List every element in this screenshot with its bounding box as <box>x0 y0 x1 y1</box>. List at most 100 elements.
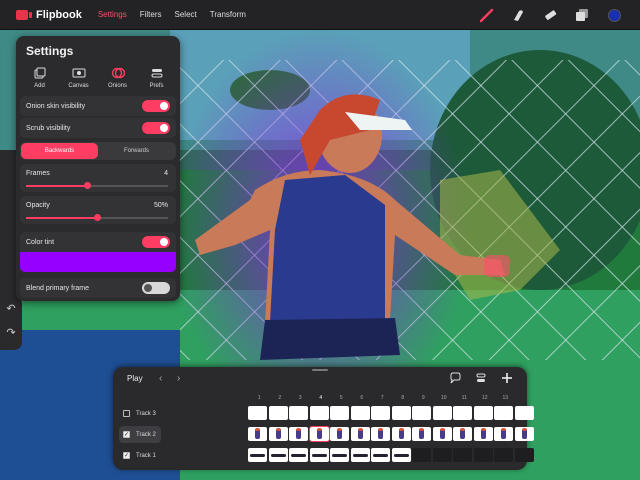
chevron-right-icon: › <box>177 373 181 384</box>
track-label[interactable]: ✓ Track 1 <box>119 447 161 464</box>
frame-number[interactable]: 7 <box>372 395 393 401</box>
frames-slider-knob[interactable] <box>84 182 92 189</box>
frame-number[interactable]: 12 <box>475 395 496 401</box>
track-settings-icon[interactable] <box>475 372 487 384</box>
color-tint-toggle[interactable] <box>142 236 170 248</box>
frame-cell[interactable] <box>494 427 513 441</box>
backwards-option[interactable]: Backwards <box>21 143 98 159</box>
frame-cell[interactable] <box>350 448 370 462</box>
frame-cell[interactable] <box>309 406 329 420</box>
frame-number[interactable]: 4 <box>311 395 332 401</box>
next-frame-button[interactable]: › <box>177 373 180 384</box>
frame-cell[interactable] <box>432 448 452 462</box>
frame-cell[interactable] <box>514 448 534 462</box>
tab-onions[interactable]: Onions <box>100 66 136 89</box>
frame-cell[interactable] <box>391 406 411 420</box>
frame-cell[interactable] <box>350 406 370 420</box>
frame-cell[interactable] <box>350 427 370 441</box>
frame-number[interactable]: 1 <box>249 395 270 401</box>
frame-cell[interactable] <box>268 406 288 420</box>
frame-cell[interactable] <box>514 406 534 420</box>
frame-cell[interactable] <box>494 406 513 420</box>
track-row[interactable]: ✓ Track 1 <box>113 447 534 466</box>
tab-add[interactable]: Add <box>22 66 58 89</box>
menu-filters[interactable]: Filters <box>140 10 162 19</box>
layers-tool[interactable] <box>572 5 592 25</box>
color-picker[interactable] <box>604 5 624 25</box>
frame-number[interactable]: 9 <box>413 395 434 401</box>
tab-canvas[interactable]: Canvas <box>61 66 97 89</box>
blend-primary-frame-toggle[interactable] <box>142 282 170 294</box>
track-label[interactable]: ✓ Track 2 <box>119 426 161 443</box>
frame-cell[interactable] <box>432 406 452 420</box>
opacity-slider[interactable] <box>26 214 168 221</box>
frame-cell[interactable] <box>412 427 431 441</box>
menu-transform[interactable]: Transform <box>210 10 246 19</box>
eraser-tool[interactable] <box>540 5 560 25</box>
frame-cell[interactable] <box>494 448 513 462</box>
frame-cell[interactable] <box>473 406 493 420</box>
frame-cell[interactable] <box>371 427 390 441</box>
frame-number[interactable]: 8 <box>393 395 414 401</box>
frame-number[interactable]: 3 <box>290 395 311 401</box>
tab-prefs[interactable]: Prefs <box>139 66 175 89</box>
prev-frame-button[interactable]: ‹ <box>159 373 162 384</box>
frame-number[interactable]: 13 <box>495 395 516 401</box>
frame-cell[interactable] <box>412 406 431 420</box>
frame-cell[interactable] <box>268 448 288 462</box>
frame-cell[interactable] <box>330 406 349 420</box>
opacity-slider-knob[interactable] <box>94 214 101 221</box>
track-visibility-checkbox[interactable] <box>123 410 130 417</box>
frames-slider[interactable] <box>26 182 168 189</box>
frame-number[interactable]: 6 <box>352 395 373 401</box>
frame-number[interactable]: 11 <box>454 395 475 401</box>
frame-cell[interactable] <box>453 448 472 462</box>
menu-select[interactable]: Select <box>175 10 197 19</box>
play-button[interactable]: Play <box>127 374 143 383</box>
track-label[interactable]: Track 3 <box>119 405 161 422</box>
frame-cell[interactable] <box>453 406 472 420</box>
scrub-visibility-toggle[interactable] <box>142 122 170 134</box>
frame-cell[interactable] <box>289 406 308 420</box>
frame-number[interactable]: 10 <box>434 395 455 401</box>
frame-cell[interactable] <box>309 448 329 462</box>
redo-button[interactable]: ↷ <box>0 320 22 344</box>
tint-color-swatch[interactable] <box>20 252 176 272</box>
frame-cell[interactable] <box>473 427 493 441</box>
track-visibility-checkbox[interactable]: ✓ <box>123 431 130 438</box>
timeline-drag-handle[interactable] <box>312 369 328 371</box>
track-row[interactable]: ✓ Track 2 <box>113 426 534 445</box>
brush-icon <box>479 8 494 23</box>
frame-cell[interactable] <box>412 448 431 462</box>
frame-cell[interactable] <box>289 427 308 441</box>
frame-cell[interactable] <box>453 427 472 441</box>
frame-cell[interactable] <box>330 427 349 441</box>
track-row[interactable]: Track 3 <box>113 405 534 424</box>
brush-tool[interactable] <box>476 5 496 25</box>
frame-cell[interactable] <box>514 427 534 441</box>
frame-cell[interactable] <box>289 448 308 462</box>
frame-cell[interactable] <box>268 427 288 441</box>
comment-icon[interactable] <box>449 372 461 384</box>
frame-cell[interactable] <box>308 426 330 442</box>
frame-cell[interactable] <box>248 448 267 462</box>
frame-cell[interactable] <box>248 406 267 420</box>
frame-number[interactable]: 2 <box>270 395 291 401</box>
frame-cell[interactable] <box>371 406 390 420</box>
track-visibility-checkbox[interactable]: ✓ <box>123 452 130 459</box>
frame-cell[interactable] <box>330 448 349 462</box>
frame-cell[interactable] <box>432 427 452 441</box>
frame-thumbnail <box>373 454 388 457</box>
frame-cell[interactable] <box>371 448 390 462</box>
frame-cell[interactable] <box>391 427 411 441</box>
frame-cell[interactable] <box>391 448 411 462</box>
frame-cell[interactable] <box>473 448 493 462</box>
frame-number[interactable]: 5 <box>331 395 352 401</box>
menu-settings[interactable]: Settings <box>98 10 127 19</box>
onion-skin-visibility-toggle[interactable] <box>142 100 170 112</box>
frame-cell[interactable] <box>248 427 267 441</box>
forwards-option[interactable]: Forwards <box>98 143 175 159</box>
smudge-tool[interactable] <box>508 5 528 25</box>
frame-number-ruler[interactable]: 1 2 3 4 5 6 7 8 9 10 11 12 13 <box>249 395 516 401</box>
add-track-icon[interactable] <box>501 372 513 384</box>
